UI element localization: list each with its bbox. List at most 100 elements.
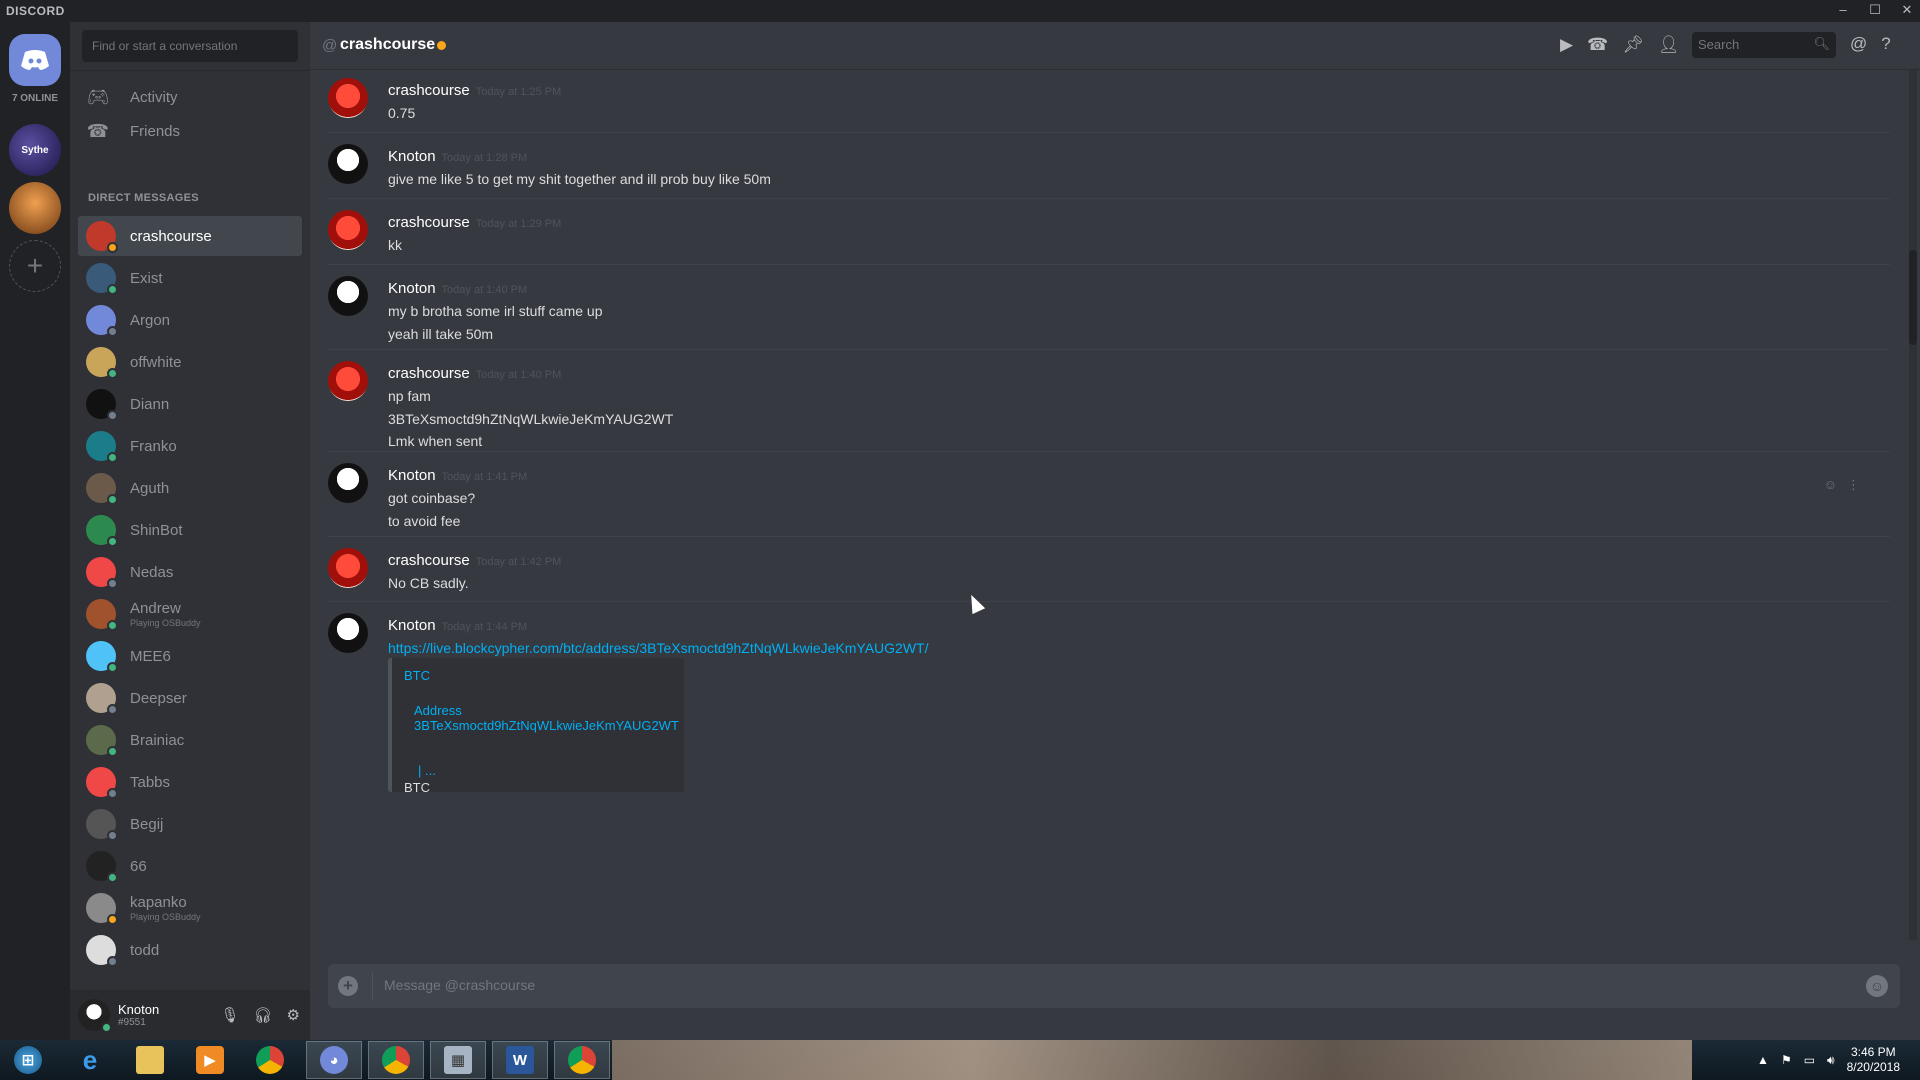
taskbar-discord[interactable]: ◕ [306,1041,362,1079]
dm-name: Argon [130,311,171,329]
message-text: give me like 5 to get my shit together a… [388,171,771,187]
avatar[interactable] [328,463,368,503]
server-village[interactable] [9,182,61,234]
microphone-icon[interactable]: 🎙︎ [220,1006,239,1024]
windows-taskbar: ⊞ e ▶ ◕ ▦ W ▲ ⚑ ▭ 🔊︎ 3:46 PM 8/20/2018 [0,1040,1920,1080]
message-author[interactable]: Knoton [388,280,436,297]
scrollbar[interactable] [1909,70,1917,940]
dm-item[interactable]: Tabbs [78,762,302,802]
taskbar-explorer[interactable] [122,1041,178,1079]
dm-item[interactable]: crashcourse [78,216,302,256]
taskbar-chrome[interactable] [242,1041,298,1079]
avatar[interactable] [328,361,368,401]
show-hidden-icons-icon[interactable]: ▲ [1757,1053,1769,1067]
message-author[interactable]: Knoton [388,617,436,634]
message-composer[interactable]: + Message @crashcourse ☺ [328,964,1900,1008]
start-button[interactable]: ⊞ [0,1041,56,1079]
more-options-icon[interactable]: ⋮ [1847,477,1860,493]
clock[interactable]: 3:46 PM 8/20/2018 [1847,1045,1900,1075]
dm-item[interactable]: Begij [78,804,302,844]
find-conversation-input[interactable]: Find or start a conversation [82,30,298,62]
headphones-icon[interactable]: 🎧︎ [254,1006,273,1024]
dm-item[interactable]: Aguth [78,468,302,508]
video-call-icon[interactable]: ▶︎ [1560,35,1573,55]
folder-icon [136,1046,164,1074]
avatar[interactable] [328,78,368,118]
avatar[interactable] [78,999,112,1033]
avatar[interactable] [328,210,368,250]
add-server-button[interactable]: + [9,240,61,292]
nav-activity[interactable]: 🎮︎ Activity [80,78,300,116]
message-text: Lmk when sent [388,433,483,449]
message-author[interactable]: crashcourse [388,214,470,231]
dm-name: Diann [130,395,170,413]
dm-item[interactable]: kapanko Playing OSBuddy [78,888,302,928]
dm-item[interactable]: Brainiac [78,720,302,760]
dm-item[interactable]: Deepser [78,678,302,718]
taskbar-calculator[interactable]: ▦ [430,1041,486,1079]
mentions-icon[interactable]: @ [1850,34,1867,54]
add-friend-icon[interactable]: 👤︎ [1658,35,1680,55]
add-reaction-icon[interactable]: ☺︎ [1824,477,1837,493]
dm-item[interactable]: 66 [78,846,302,886]
taskbar-chrome-2[interactable] [368,1041,424,1079]
dm-item[interactable]: ShinBot [78,510,302,550]
avatar[interactable] [328,276,368,316]
message-author[interactable]: crashcourse [388,82,470,99]
dm-name: Andrew [130,600,181,617]
avatar[interactable] [328,144,368,184]
chat-header: @ crashcourse ▶︎ ☎︎ 📌︎ 👤︎ Search 🔍︎ @ ? [310,22,1920,70]
message-input[interactable]: Message @crashcourse [384,977,535,993]
help-icon[interactable]: ? [1881,34,1890,54]
volume-icon[interactable]: 🔊︎ [1827,1053,1835,1068]
avatar[interactable] [328,548,368,588]
dm-item[interactable]: Andrew Playing OSBuddy [78,594,302,634]
network-icon[interactable]: ▭ [1804,1053,1815,1067]
message-text: to avoid fee [388,512,461,529]
divider [70,70,310,71]
search-input[interactable]: Search 🔍︎ [1692,32,1836,58]
upload-plus-icon[interactable]: + [338,976,358,996]
avatar [86,389,118,421]
emoji-icon[interactable]: ☺ [1866,975,1888,997]
gear-icon[interactable]: ⚙︎ [287,1006,300,1024]
taskbar-media[interactable]: ▶ [182,1041,238,1079]
status-indicator-icon [107,410,118,421]
status-indicator-icon [107,284,118,295]
pin-icon[interactable]: 📌︎ [1622,35,1644,55]
dm-item[interactable]: offwhite [78,342,302,382]
message-author[interactable]: crashcourse [388,365,470,382]
close-button[interactable]: ✕ [1900,2,1914,18]
scrollbar-thumb[interactable] [1909,250,1917,345]
message-text: got coinbase? [388,490,476,506]
message-author[interactable]: Knoton [388,148,436,165]
maximize-button[interactable]: ☐ [1868,2,1882,18]
dm-item[interactable]: Argon [78,300,302,340]
server-sythe[interactable]: Sythe [9,124,61,176]
dm-item[interactable]: Diann [78,384,302,424]
taskbar-chrome-3[interactable] [554,1041,610,1079]
home-button[interactable] [9,34,61,86]
message-text: 0.75 [388,105,416,121]
avatar[interactable] [328,613,368,653]
dm-item[interactable]: Exist [78,258,302,298]
discord-logo-icon [21,50,49,70]
dm-item[interactable]: Franko [78,426,302,466]
dm-item[interactable]: todd [78,930,302,970]
dm-item[interactable]: MEE6 [78,636,302,676]
embed-provider[interactable]: BTC [404,668,672,683]
message-author[interactable]: Knoton [388,467,436,484]
flag-icon[interactable]: ⚑ [1781,1053,1792,1067]
message-divider [328,451,1890,452]
message-link[interactable]: https://live.blockcypher.com/btc/address… [388,637,929,660]
embed-title[interactable]: Address 3BTeXsmoctd9hZtNqWLkwieJeKmYAUG2… [414,703,679,733]
taskbar-word[interactable]: W [492,1041,548,1079]
dm-item[interactable]: Nedas [78,552,302,592]
phone-icon[interactable]: ☎︎ [1587,35,1608,55]
message-author[interactable]: crashcourse [388,552,470,569]
taskbar-ie[interactable]: e [62,1041,118,1079]
minimize-button[interactable]: – [1836,2,1850,18]
nav-friends[interactable]: ☎︎ Friends [80,112,300,150]
divider [372,972,373,1000]
embed-more[interactable]: | ... [418,763,672,778]
